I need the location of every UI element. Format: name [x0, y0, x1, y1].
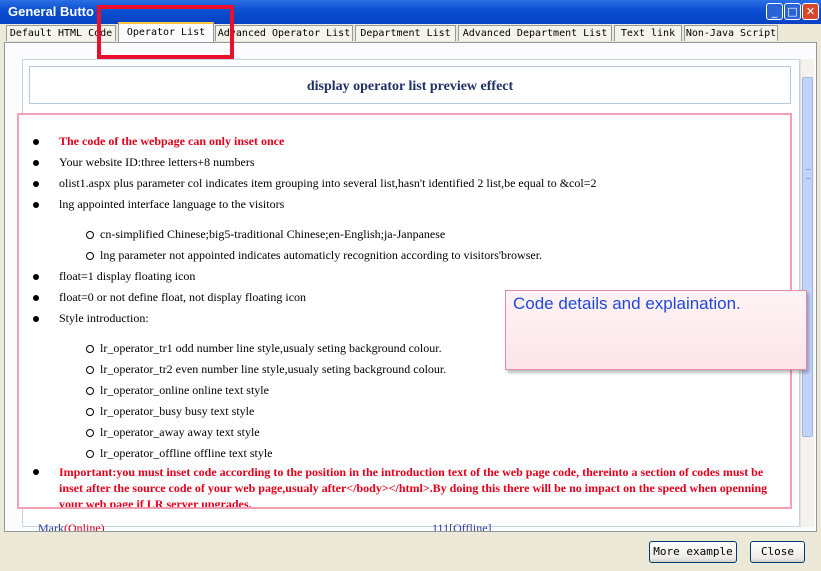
operator-name[interactable]: 111	[432, 521, 449, 531]
more-example-button[interactable]: More example	[649, 541, 737, 563]
tab-non-java-script[interactable]: Non-Java Script	[684, 25, 778, 41]
window-title: General Butto	[8, 4, 94, 19]
scrollbar-grip-icon	[806, 169, 811, 179]
list-subitem: lr_operator_busy busy text style	[33, 401, 779, 422]
close-window-button[interactable]: ✕	[802, 3, 819, 20]
list-subitem: lr_operator_away away text style	[33, 422, 779, 443]
tab-advanced-operator-list[interactable]: Advanced Operator List	[215, 25, 353, 41]
list-subitem: lr_operator_offline offline text style	[33, 443, 779, 464]
preview-header: display operator list preview effect	[29, 66, 791, 104]
list-spacer	[33, 215, 779, 224]
list-subitem: lr_operator_online online text style	[33, 380, 779, 401]
operator-row: Mark(Online) 111[Offline]	[38, 521, 778, 531]
close-button[interactable]: Close	[750, 541, 805, 563]
list-subitem: lng parameter not appointed indicates au…	[33, 245, 779, 266]
operator-left[interactable]: Mark(Online)	[38, 521, 105, 531]
list-item: lng appointed interface language to the …	[33, 194, 779, 215]
important-note: Important:you must inset code according …	[33, 464, 779, 507]
list-item: float=1 display floating icon	[33, 266, 779, 287]
list-item: olist1.aspx plus parameter col indicates…	[33, 173, 779, 194]
maximize-button[interactable]: □	[784, 3, 801, 20]
operator-name[interactable]: Mark	[38, 521, 64, 531]
operator-status: [Offline]	[449, 521, 492, 531]
tab-department-list[interactable]: Department List	[355, 25, 456, 41]
list-item: Your website ID:three letters+8 numbers	[33, 152, 779, 173]
annotation-callout: Code details and explaination.	[505, 290, 807, 370]
highlight-box	[97, 5, 234, 59]
scrollbar-thumb[interactable]	[802, 77, 813, 437]
list-item: The code of the webpage can only inset o…	[33, 131, 779, 152]
operator-right[interactable]: 111[Offline]	[432, 521, 492, 531]
operator-status: (Online)	[64, 521, 105, 531]
minimize-button[interactable]: _	[766, 3, 783, 20]
tab-text-link[interactable]: Text link	[614, 25, 682, 41]
list-subitem: cn-simplified Chinese;big5-traditional C…	[33, 224, 779, 245]
tab-advanced-department-list[interactable]: Advanced Department List	[458, 25, 612, 41]
